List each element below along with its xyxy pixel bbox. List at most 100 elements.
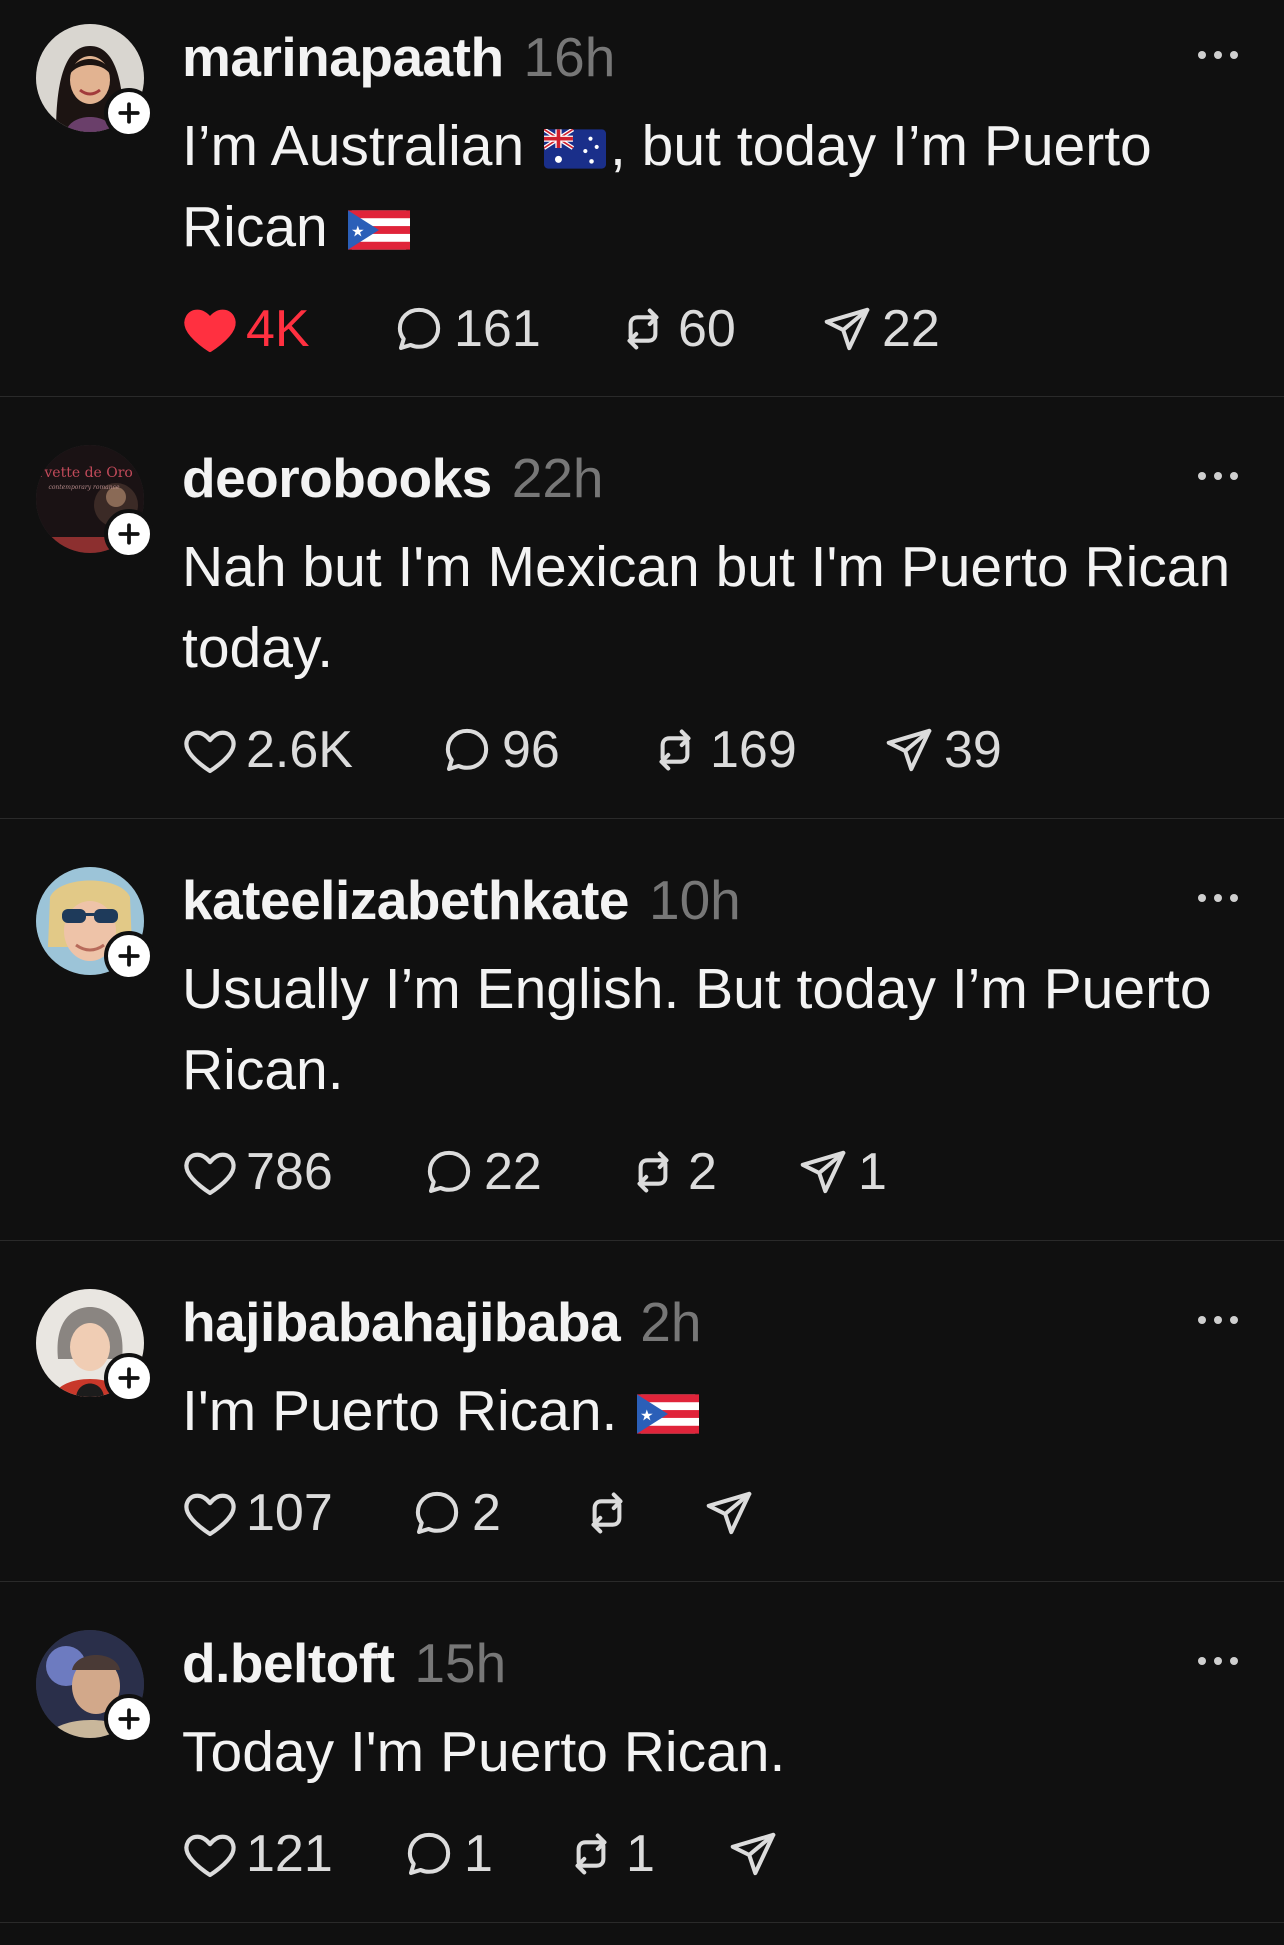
post-header: hajibabahajibaba 2h [182,1287,701,1357]
share-button[interactable]: 1 [796,1142,887,1202]
plus-icon [114,1704,144,1734]
share-icon [820,302,874,356]
repost-count: 2 [688,1143,717,1201]
like-button[interactable]: 121 [182,1824,402,1884]
repost-button[interactable]: 169 [648,720,882,780]
timestamp: 10h [649,869,741,931]
plus-icon [114,519,144,549]
more-options-icon[interactable] [1196,889,1240,907]
reply-button[interactable]: 2 [410,1483,580,1543]
plus-icon [114,941,144,971]
post[interactable]: marinapaath 16h I’m Australian , but tod… [0,0,1284,397]
like-count: 107 [246,1484,333,1542]
reply-count: 96 [502,721,560,779]
plus-icon [114,98,144,128]
like-button[interactable]: 786 [182,1142,422,1202]
post[interactable]: hajibabahajibaba 2h I'm Puerto Rican. 10… [0,1241,1284,1582]
post[interactable]: kateelizabethkate 10h Usually I’m Englis… [0,819,1284,1241]
repost-button[interactable]: 1 [564,1824,726,1884]
repost-count: 169 [710,721,797,779]
post-text-part: I’m Australian [182,114,540,178]
reply-icon [402,1827,456,1881]
post-text: Today I'm Puerto Rican. [182,1720,786,1784]
reply-button[interactable]: 22 [422,1142,626,1202]
username[interactable]: hajibabahajibaba [182,1290,621,1354]
share-button[interactable] [726,1827,788,1881]
action-bar: 107 2 [182,1478,764,1548]
more-options-icon[interactable] [1196,467,1240,485]
action-bar: 4K 161 60 22 [182,294,940,364]
post-text: I’m Australian , but today I’m Puerto Ri… [182,106,1242,268]
action-bar: 2.6K 96 169 39 [182,715,1002,785]
share-button[interactable] [702,1486,764,1540]
post-header: marinapaath 16h [182,22,615,92]
action-bar: 786 22 2 1 [182,1137,887,1207]
australia-flag-icon [544,129,606,169]
post-text: Usually I’m English. But today I’m Puert… [182,957,1212,1102]
follow-button[interactable] [104,1694,154,1744]
repost-icon [626,1145,680,1199]
like-button[interactable]: 4K [182,299,392,359]
share-count: 39 [944,721,1002,779]
follow-button[interactable] [104,931,154,981]
more-options-icon[interactable] [1196,46,1240,64]
more-options-icon[interactable] [1196,1311,1240,1329]
like-button[interactable]: 2.6K [182,720,440,780]
post[interactable]: d.beltoft 15h Today I'm Puerto Rican. 12… [0,1582,1284,1923]
repost-button[interactable]: 60 [616,299,820,359]
share-icon [726,1827,780,1881]
repost-icon [616,302,670,356]
reply-icon [410,1486,464,1540]
share-button[interactable]: 39 [882,720,1002,780]
more-options-icon[interactable] [1196,1652,1240,1670]
share-count: 22 [882,300,940,358]
heart-icon [182,1485,238,1541]
timestamp: 22h [511,447,604,509]
reply-icon [422,1145,476,1199]
like-button[interactable]: 107 [182,1483,410,1543]
threads-feed: marinapaath 16h I’m Australian , but tod… [0,0,1284,1945]
avatar-container[interactable] [36,24,154,138]
username[interactable]: d.beltoft [182,1631,395,1695]
post[interactable]: Yvette de Oro contemporary romance deoro… [0,397,1284,819]
share-icon [882,723,936,777]
share-button[interactable]: 22 [820,299,940,359]
repost-icon [648,723,702,777]
username[interactable]: deorobooks [182,446,492,510]
username[interactable]: marinapaath [182,25,504,89]
timestamp: 15h [414,1632,507,1694]
avatar-container[interactable]: Yvette de Oro contemporary romance [36,445,154,559]
share-icon [702,1486,756,1540]
repost-button[interactable] [580,1486,702,1540]
share-count: 1 [858,1143,887,1201]
post-header: kateelizabethkate 10h [182,865,741,935]
repost-count: 60 [678,300,736,358]
reply-button[interactable]: 96 [440,720,648,780]
timestamp: 16h [523,26,616,88]
heart-icon [182,1826,238,1882]
post-text: I'm Puerto Rican. [182,1371,1242,1452]
avatar-container[interactable] [36,1630,154,1744]
action-bar: 121 1 1 [182,1819,788,1889]
timestamp: 2h [640,1291,702,1353]
reply-button[interactable]: 1 [402,1824,564,1884]
repost-count: 1 [626,1825,655,1883]
follow-button[interactable] [104,88,154,138]
like-count: 121 [246,1825,333,1883]
puerto-rico-flag-icon [348,210,410,250]
username[interactable]: kateelizabethkate [182,868,630,932]
like-count: 786 [246,1143,333,1201]
avatar-container[interactable] [36,1289,154,1403]
avatar-brand-subtext: contemporary romance [48,484,120,491]
reply-count: 2 [472,1484,501,1542]
repost-button[interactable]: 2 [626,1142,796,1202]
share-icon [796,1145,850,1199]
follow-button[interactable] [104,1353,154,1403]
avatar-container[interactable] [36,867,154,981]
post-header: deorobooks 22h [182,443,604,513]
puerto-rico-flag-icon [637,1394,699,1434]
post-text-part: I'm Puerto Rican. [182,1379,634,1443]
reply-button[interactable]: 161 [392,299,616,359]
post-header: d.beltoft 15h [182,1628,506,1698]
follow-button[interactable] [104,509,154,559]
